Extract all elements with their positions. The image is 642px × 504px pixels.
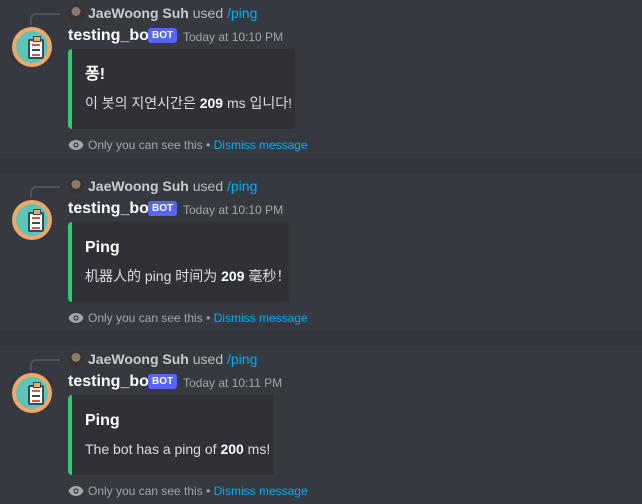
embed-description: 이 봇의 지연시간은 209 ms 입니다!	[85, 95, 293, 111]
embed-description: 机器人的 ping 时间为 209 毫秒！	[85, 268, 291, 284]
reply-command[interactable]: /ping	[227, 178, 257, 194]
reply-used-label: used	[192, 178, 224, 194]
bot-badge: BOT	[148, 28, 178, 43]
embed-description: The bot has a ping of 200 ms!	[85, 441, 271, 457]
message-divider	[0, 158, 642, 173]
reply-username[interactable]: JaeWoong Suh	[88, 351, 189, 367]
reply-username[interactable]: JaeWoong Suh	[88, 178, 189, 194]
embed: Ping 机器人的 ping 时间为 209 毫秒！	[68, 222, 291, 302]
clipboard-avatar-icon	[16, 377, 48, 409]
bot-username[interactable]: testing_bot	[68, 372, 154, 392]
ephemeral-notice: Only you can see this • Dismiss message	[68, 310, 308, 326]
ephemeral-separator: •	[206, 138, 211, 152]
reply-reference[interactable]: JaeWoong Suh used /ping	[88, 3, 257, 23]
bot-avatar[interactable]	[12, 27, 52, 67]
clipboard-avatar-icon	[16, 204, 48, 236]
message-timestamp: Today at 10:10 PM	[183, 30, 284, 44]
message-2: JaeWoong Suh used /ping testing_bot BOT …	[0, 173, 642, 331]
dismiss-message-link[interactable]: Dismiss message	[214, 138, 308, 152]
ephemeral-text: Only you can see this	[88, 138, 203, 152]
embed-title: 퐁!	[85, 66, 106, 83]
dismiss-message-link[interactable]: Dismiss message	[214, 311, 308, 325]
ephemeral-notice: Only you can see this • Dismiss message	[68, 137, 308, 153]
reply-user-avatar[interactable]	[68, 178, 84, 194]
reply-connector	[30, 359, 60, 371]
reply-command[interactable]: /ping	[227, 5, 257, 21]
bot-username[interactable]: testing_bot	[68, 199, 154, 219]
ephemeral-separator: •	[206, 484, 211, 498]
ephemeral-text: Only you can see this	[88, 311, 203, 325]
bot-username[interactable]: testing_bot	[68, 26, 154, 46]
eye-icon	[68, 486, 84, 496]
reply-reference[interactable]: JaeWoong Suh used /ping	[88, 349, 257, 369]
clipboard-avatar-icon	[16, 31, 48, 63]
ephemeral-text: Only you can see this	[88, 484, 203, 498]
eye-icon	[68, 313, 84, 323]
reply-user-avatar[interactable]	[68, 5, 84, 21]
reply-used-label: used	[192, 351, 224, 367]
message-timestamp: Today at 10:10 PM	[183, 203, 284, 217]
bot-badge: BOT	[148, 201, 178, 216]
bot-avatar[interactable]	[12, 373, 52, 413]
message-3: JaeWoong Suh used /ping testing_bot BOT …	[0, 346, 642, 504]
bot-avatar[interactable]	[12, 200, 52, 240]
embed-title: Ping	[85, 412, 120, 429]
message-1: JaeWoong Suh used /ping testing_bot BOT …	[0, 0, 642, 158]
message-timestamp: Today at 10:11 PM	[183, 376, 283, 390]
reply-reference[interactable]: JaeWoong Suh used /ping	[88, 176, 257, 196]
eye-icon	[68, 140, 84, 150]
embed: 퐁! 이 봇의 지연시간은 209 ms 입니다!	[68, 49, 295, 129]
reply-connector	[30, 13, 60, 25]
reply-user-avatar[interactable]	[68, 351, 84, 367]
ephemeral-separator: •	[206, 311, 211, 325]
reply-username[interactable]: JaeWoong Suh	[88, 5, 189, 21]
message-divider	[0, 331, 642, 346]
embed-title: Ping	[85, 239, 120, 256]
dismiss-message-link[interactable]: Dismiss message	[214, 484, 308, 498]
embed: Ping The bot has a ping of 200 ms!	[68, 395, 274, 475]
ephemeral-notice: Only you can see this • Dismiss message	[68, 483, 308, 499]
latency-value: 209	[199, 95, 224, 111]
bot-badge: BOT	[148, 374, 178, 389]
reply-connector	[30, 186, 60, 198]
latency-value: 209	[221, 268, 245, 284]
reply-command[interactable]: /ping	[227, 351, 257, 367]
reply-used-label: used	[192, 5, 224, 21]
latency-value: 200	[220, 441, 244, 457]
